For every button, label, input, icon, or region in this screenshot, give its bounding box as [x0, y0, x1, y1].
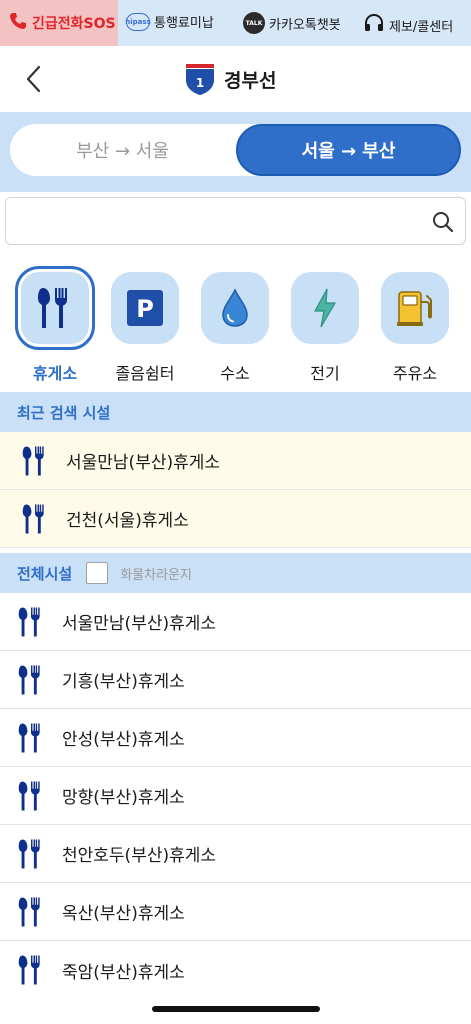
unpaid-toll-button[interactable]: hipass 통행료미납: [125, 12, 214, 31]
restaurant-icon: [22, 504, 44, 533]
recent-search-header: 최근 검색 시설: [0, 392, 471, 432]
facility-category-bar: 휴게소 P 졸음쉼터 수소 전기 주유소: [0, 260, 471, 392]
restaurant-icon: [18, 665, 40, 694]
phone-icon: [8, 11, 28, 35]
facility-name: 건천(서울)휴게소: [66, 511, 189, 531]
emergency-sos-button[interactable]: 긴급전화SOS: [0, 0, 118, 46]
list-item[interactable]: 안성(부산)휴게소: [0, 709, 471, 767]
list-item[interactable]: 서울만남(부산)휴게소: [0, 432, 471, 490]
category-gas-station[interactable]: 주유소: [375, 272, 455, 384]
category-hydrogen[interactable]: 수소: [195, 272, 275, 384]
hipass-icon: hipass: [125, 12, 151, 31]
top-shortcut-bar: 긴급전화SOS hipass 통행료미납 TALK 카카오톡챗봇 제보/콜센터: [0, 0, 471, 46]
list-item[interactable]: 기흥(부산)휴게소: [0, 651, 471, 709]
recent-search-title: 최근 검색 시설: [17, 403, 111, 422]
facility-name: 안성(부산)휴게소: [62, 730, 185, 750]
page-title: 경부선: [224, 69, 277, 92]
category-label: 주유소: [392, 364, 438, 383]
truck-lounge-checkbox[interactable]: [86, 562, 109, 584]
fuel-pump-icon: [381, 272, 449, 344]
facility-name: 서울만남(부산)휴게소: [66, 453, 221, 473]
list-item[interactable]: 건천(서울)휴게소: [0, 490, 471, 548]
highway-shield-icon: 1: [186, 64, 214, 95]
report-callcenter-button[interactable]: 제보/콜센터: [363, 12, 453, 38]
category-label: 전기: [310, 364, 340, 383]
category-electric[interactable]: 전기: [285, 272, 365, 384]
facility-name: 옥산(부산)휴게소: [62, 904, 185, 924]
facility-name: 죽암(부산)휴게소: [62, 962, 185, 983]
restaurant-icon: [18, 839, 40, 868]
truck-lounge-label[interactable]: 화물차라운지: [120, 564, 192, 583]
water-drop-icon: [201, 272, 269, 344]
facility-name: 서울만남(부산)휴게소: [62, 614, 217, 634]
search-input[interactable]: [16, 206, 416, 238]
page-header: 1 경부선: [0, 46, 471, 112]
kakao-chatbot-label: 카카오톡챗봇: [269, 17, 341, 33]
category-drowsy-shelter[interactable]: P 졸음쉼터: [105, 272, 185, 384]
restaurant-icon: [18, 607, 40, 636]
restaurant-icon: [15, 266, 95, 350]
restaurant-icon: [22, 446, 44, 475]
recent-search-list: 서울만남(부산)휴게소 건천(서울)휴게소: [0, 432, 471, 548]
all-facilities-title: 전체시설: [17, 564, 73, 583]
report-callcenter-label: 제보/콜센터: [389, 19, 454, 35]
back-button[interactable]: [22, 64, 46, 94]
direction-busan-to-seoul[interactable]: 부산 → 서울: [10, 124, 235, 176]
restaurant-icon: [18, 897, 40, 926]
facility-name: 기흥(부산)휴게소: [62, 672, 185, 692]
restaurant-icon: [18, 723, 40, 752]
list-item[interactable]: 죽암(부산)휴게소: [0, 941, 471, 999]
search-area: [0, 192, 471, 252]
direction-toggle: 부산 → 서울 서울 → 부산: [10, 124, 461, 176]
all-facilities-header: 전체시설 화물차라운지: [0, 553, 471, 593]
category-label: 수소: [220, 364, 250, 383]
kakao-chatbot-button[interactable]: TALK 카카오톡챗봇: [243, 12, 341, 34]
all-facilities-list: 서울만남(부산)휴게소 기흥(부산)휴게소 안성(부산)휴게소 망향(부산)휴게…: [0, 593, 471, 999]
header-title-group: 1 경부선: [184, 62, 276, 96]
direction-seoul-to-busan[interactable]: 서울 → 부산: [236, 124, 461, 176]
talk-bubble-icon: TALK: [243, 12, 265, 34]
list-item[interactable]: 옥산(부산)휴게소: [0, 883, 471, 941]
facility-name: 망향(부산)휴게소: [62, 788, 185, 808]
facility-name: 천안호두(부산)휴게소: [62, 846, 217, 866]
parking-icon: P: [111, 272, 179, 344]
route-number: 1: [196, 76, 204, 90]
headset-icon: [363, 12, 385, 38]
lightning-icon: [291, 272, 359, 344]
svg-text:P: P: [136, 295, 154, 323]
chevron-left-icon: [26, 65, 41, 93]
sos-label: 긴급전화SOS: [32, 16, 116, 32]
search-icon[interactable]: [431, 210, 455, 234]
list-item[interactable]: 서울만남(부산)휴게소: [0, 593, 471, 651]
unpaid-toll-label: 통행료미납: [154, 16, 214, 31]
home-indicator[interactable]: [152, 1006, 320, 1012]
category-label: 졸음쉼터: [115, 364, 175, 383]
search-box: [5, 197, 466, 245]
restaurant-icon: [18, 955, 40, 985]
list-item[interactable]: 천안호두(부산)휴게소: [0, 825, 471, 883]
category-label: 휴게소: [32, 364, 78, 383]
category-rest-area[interactable]: 휴게소: [15, 266, 95, 384]
direction-toggle-area: 부산 → 서울 서울 → 부산: [0, 112, 471, 192]
restaurant-icon: [18, 781, 40, 810]
list-item[interactable]: 망향(부산)휴게소: [0, 767, 471, 825]
